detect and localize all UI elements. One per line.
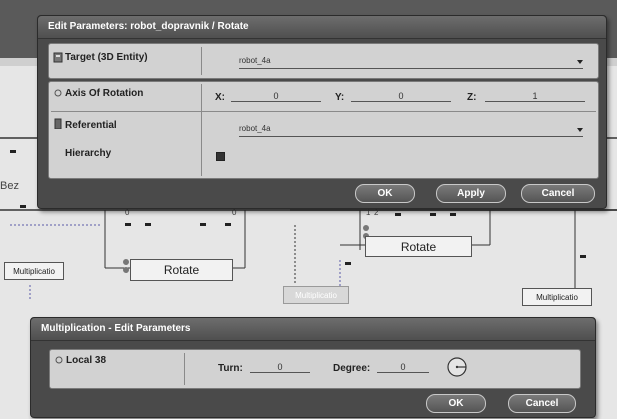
link-index-label: 1 <box>366 208 371 217</box>
axis-y-label: Y: <box>335 92 345 103</box>
referential-dropdown[interactable]: robot_4a <box>239 124 583 137</box>
link-index-label: 0 <box>125 208 130 217</box>
angle-dial-icon[interactable] <box>445 355 469 379</box>
target-dropdown[interactable]: robot_4a <box>239 56 583 69</box>
multiplication-parameters-panel: Local 38 Turn: 0 Degree: 0 <box>49 349 581 389</box>
building-block-rotate[interactable]: Rotate <box>365 236 472 257</box>
cancel-button[interactable]: Cancel <box>521 184 595 203</box>
local-parameter-label: Local 38 <box>66 355 107 366</box>
axis-y-input[interactable]: 0 <box>351 91 451 102</box>
entity-icon <box>53 52 63 63</box>
referential-icon <box>54 118 62 129</box>
referential-label: Referential <box>65 120 117 131</box>
column-divider <box>201 84 202 176</box>
ok-button[interactable]: OK <box>355 184 415 203</box>
column-divider <box>184 353 185 385</box>
building-block-multiplication[interactable]: Multiplicatio <box>4 262 64 280</box>
link-index-label: 0 <box>232 208 237 217</box>
rotate-parameters-dialog: Edit Parameters: robot_dopravnik / Rotat… <box>37 15 607 209</box>
multiplication-parameters-dialog: Multiplication - Edit Parameters Local 3… <box>30 317 596 418</box>
axis-of-rotation-label: Axis Of Rotation <box>65 88 144 99</box>
degree-input[interactable]: 0 <box>377 362 429 373</box>
target-parameter-panel: Target (3D Entity) robot_4a <box>48 43 599 79</box>
axis-z-input[interactable]: 1 <box>485 91 585 102</box>
cancel-button[interactable]: Cancel <box>508 394 576 413</box>
schematic-fragment-label: Bez <box>0 180 19 192</box>
link-index-label: 2 <box>374 208 379 217</box>
dialog-title[interactable]: Edit Parameters: robot_dopravnik / Rotat… <box>38 16 606 39</box>
turn-label: Turn: <box>218 363 243 374</box>
apply-button[interactable]: Apply <box>436 184 506 203</box>
axis-x-input[interactable]: 0 <box>231 91 321 102</box>
building-block-multiplication[interactable]: Multiplicatio <box>522 288 592 306</box>
axis-icon <box>54 89 62 97</box>
chevron-down-icon[interactable] <box>577 60 583 64</box>
hierarchy-label: Hierarchy <box>65 148 112 159</box>
chevron-down-icon[interactable] <box>577 128 583 132</box>
ok-button[interactable]: OK <box>426 394 486 413</box>
building-block-multiplication-selected[interactable]: Multiplicatio <box>283 286 349 304</box>
axis-z-label: Z: <box>467 92 477 103</box>
local-parameter-icon <box>55 356 63 364</box>
row-divider <box>51 111 596 112</box>
target-label: Target (3D Entity) <box>65 52 148 63</box>
turn-input[interactable]: 0 <box>250 362 310 373</box>
column-divider <box>201 47 202 75</box>
hierarchy-checkbox[interactable] <box>216 152 225 161</box>
degree-label: Degree: <box>333 363 371 374</box>
axis-x-label: X: <box>215 92 225 103</box>
rotation-parameters-panel: Axis Of Rotation X: 0 Y: 0 Z: 1 Referent… <box>48 81 599 179</box>
building-block-rotate[interactable]: Rotate <box>130 259 233 281</box>
dialog-title[interactable]: Multiplication - Edit Parameters <box>31 318 595 341</box>
